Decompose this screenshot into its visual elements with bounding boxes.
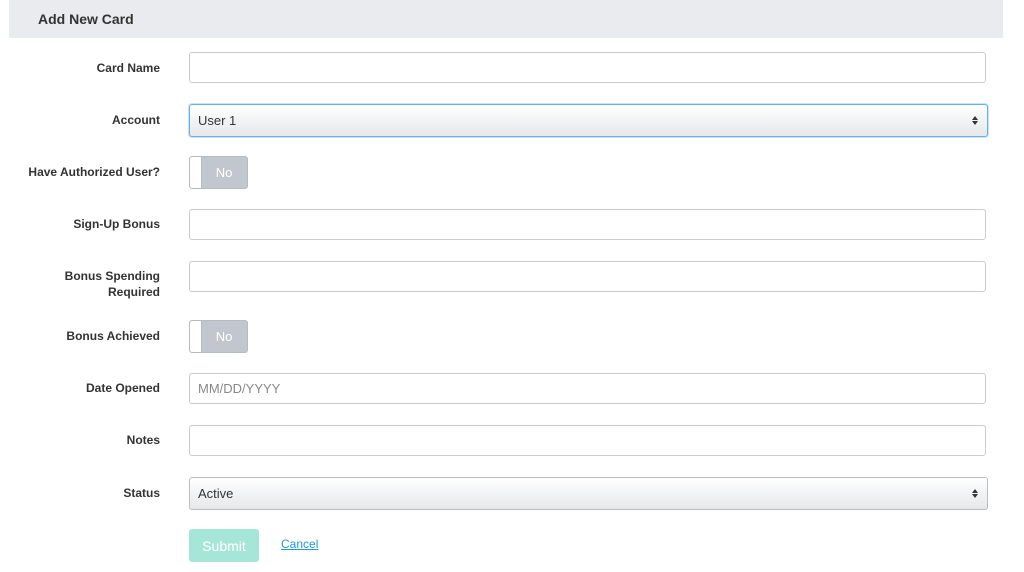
panel-header: Add New Card <box>9 0 1003 38</box>
status-select[interactable]: Active <box>189 477 988 510</box>
account-label: Account <box>112 113 160 127</box>
date-opened-placeholder: MM/DD/YYYY <box>198 381 281 396</box>
bonus-spending-input[interactable] <box>189 261 986 292</box>
bonus-spending-label-line2: Required <box>107 285 160 299</box>
signup-bonus-input[interactable] <box>189 209 986 240</box>
date-opened-input[interactable]: MM/DD/YYYY <box>189 373 986 404</box>
date-opened-label: Date Opened <box>85 381 160 395</box>
notes-label: Notes <box>126 433 160 447</box>
authorized-user-toggle[interactable]: No <box>189 156 248 189</box>
status-label: Status <box>123 486 160 500</box>
add-card-panel: Add New Card Card Name Account User 1 Ha… <box>9 0 1003 572</box>
account-select[interactable]: User 1 <box>189 104 988 137</box>
status-selected-value: Active <box>198 486 234 501</box>
bonus-achieved-label: Bonus Achieved <box>66 329 160 343</box>
cancel-link[interactable]: Cancel <box>281 537 318 551</box>
select-arrows-icon <box>972 116 978 125</box>
bonus-achieved-toggle[interactable]: No <box>189 320 248 353</box>
bonus-achieved-toggle-label: No <box>215 329 233 344</box>
authorized-user-label: Have Authorized User? <box>28 165 160 179</box>
notes-input[interactable] <box>189 425 986 456</box>
panel-title: Add New Card <box>38 11 134 27</box>
card-name-input[interactable] <box>189 52 986 83</box>
authorized-user-toggle-label: No <box>215 165 233 180</box>
select-arrows-icon <box>972 489 978 498</box>
account-selected-value: User 1 <box>198 113 237 128</box>
bonus-spending-label-line1: Bonus Spending <box>64 269 160 283</box>
submit-button[interactable]: Submit <box>189 529 259 562</box>
card-name-label: Card Name <box>96 61 160 75</box>
signup-bonus-label: Sign-Up Bonus <box>73 217 160 231</box>
bonus-spending-label: Bonus Spending Required <box>9 268 160 300</box>
